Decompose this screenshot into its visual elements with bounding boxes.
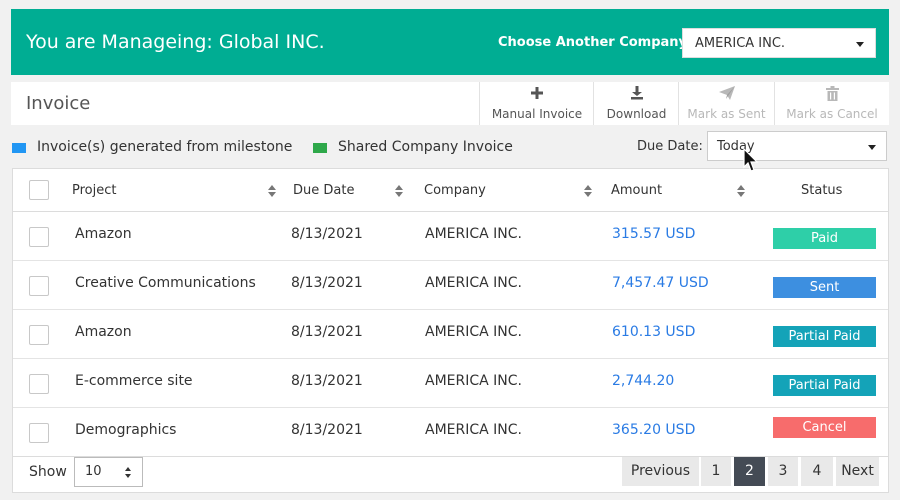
page-button-3[interactable]: 3 (768, 457, 798, 486)
table-row[interactable]: Amazon 8/13/2021 AMERICA INC. 315.57 USD… (13, 212, 888, 261)
spinner-icon (125, 467, 133, 479)
table-footer: Show 10 Previous 1 2 3 4 Next (13, 451, 888, 493)
previous-page-button[interactable]: Previous (622, 457, 699, 486)
table-row[interactable]: Demographics 8/13/2021 AMERICA INC. 365.… (13, 408, 888, 457)
amount-link[interactable]: 315.57 USD (612, 226, 695, 242)
select-all-checkbox[interactable] (29, 180, 49, 200)
page-size-value: 10 (85, 464, 102, 479)
project-cell: Amazon (75, 324, 132, 340)
company-cell: AMERICA INC. (425, 226, 522, 242)
due-date-select[interactable]: Today (707, 131, 887, 161)
show-label: Show (29, 464, 67, 480)
trash-icon (775, 86, 889, 104)
sort-icon[interactable] (584, 185, 592, 197)
next-page-button[interactable]: Next (836, 457, 879, 486)
due-date-cell: 8/13/2021 (291, 275, 363, 291)
amount-link[interactable]: 2,744.20 (612, 373, 674, 389)
row-checkbox[interactable] (29, 325, 49, 345)
manual-invoice-button[interactable]: Manual Invoice (479, 82, 594, 125)
column-header-status: Status (801, 183, 843, 198)
company-select[interactable]: AMERICA INC. (682, 28, 876, 58)
chevron-down-icon (856, 42, 864, 47)
company-select-value: AMERICA INC. (695, 36, 786, 51)
company-cell: AMERICA INC. (425, 373, 522, 389)
legend-label: Shared Company Invoice (338, 139, 513, 155)
legend-swatch-green (313, 143, 327, 153)
due-date-cell: 8/13/2021 (291, 324, 363, 340)
row-checkbox[interactable] (29, 374, 49, 394)
company-cell: AMERICA INC. (425, 275, 522, 291)
table-row[interactable]: Creative Communications 8/13/2021 AMERIC… (13, 261, 888, 310)
app-window: You are Manageing: Global INC. Choose An… (0, 0, 900, 500)
sort-icon[interactable] (395, 185, 403, 197)
status-badge: Cancel (773, 417, 876, 438)
project-cell: Demographics (75, 422, 177, 438)
mark-as-cancel-button[interactable]: Mark as Cancel (774, 82, 889, 125)
sort-icon[interactable] (737, 185, 745, 197)
table-row[interactable]: E-commerce site 8/13/2021 AMERICA INC. 2… (13, 359, 888, 408)
invoice-table: Project Due Date Company Amount Status A… (12, 168, 889, 493)
project-cell: E-commerce site (75, 373, 193, 389)
download-icon (594, 86, 679, 104)
page-size-select[interactable]: 10 (74, 457, 143, 487)
plus-icon (480, 86, 594, 104)
row-checkbox[interactable] (29, 227, 49, 247)
mark-as-sent-button[interactable]: Mark as Sent (678, 82, 774, 125)
row-checkbox[interactable] (29, 423, 49, 443)
paper-plane-icon (679, 86, 774, 104)
company-cell: AMERICA INC. (425, 324, 522, 340)
legend-swatch-blue (12, 143, 26, 153)
due-date-cell: 8/13/2021 (291, 422, 363, 438)
due-date-cell: 8/13/2021 (291, 226, 363, 242)
column-header-project[interactable]: Project (72, 183, 116, 198)
row-checkbox[interactable] (29, 276, 49, 296)
column-header-company[interactable]: Company (424, 183, 486, 198)
status-badge: Partial Paid (773, 326, 876, 347)
status-badge: Sent (773, 277, 876, 298)
managing-title: You are Manageing: Global INC. (26, 31, 325, 53)
download-button[interactable]: Download (593, 82, 679, 125)
amount-link[interactable]: 365.20 USD (612, 422, 695, 438)
chevron-down-icon (868, 145, 876, 150)
page-button-4[interactable]: 4 (801, 457, 833, 486)
amount-link[interactable]: 610.13 USD (612, 324, 695, 340)
table-header: Project Due Date Company Amount Status (13, 169, 888, 212)
due-date-cell: 8/13/2021 (291, 373, 363, 389)
mouse-cursor-icon (743, 148, 759, 172)
due-date-label: Due Date: (637, 139, 703, 154)
page-button-2[interactable]: 2 (734, 457, 765, 486)
manual-invoice-label: Manual Invoice (491, 107, 583, 121)
choose-company-label: Choose Another Company: (498, 35, 693, 50)
legend-label: Invoice(s) generated from milestone (37, 139, 293, 155)
sort-icon[interactable] (268, 185, 276, 197)
project-cell: Amazon (75, 226, 132, 242)
mark-as-sent-label: Mark as Sent (687, 107, 766, 121)
amount-link[interactable]: 7,457.47 USD (612, 275, 709, 291)
mark-as-cancel-label: Mark as Cancel (786, 107, 878, 121)
table-row[interactable]: Amazon 8/13/2021 AMERICA INC. 610.13 USD… (13, 310, 888, 359)
status-badge: Paid (773, 228, 876, 249)
column-header-amount[interactable]: Amount (611, 183, 662, 198)
status-badge: Partial Paid (773, 375, 876, 396)
header-bar: You are Manageing: Global INC. Choose An… (11, 9, 889, 75)
toolbar: Invoice Manual Invoice Download Mark as … (11, 82, 889, 125)
download-label: Download (606, 107, 667, 121)
column-header-due-date[interactable]: Due Date (293, 183, 354, 198)
page-button-1[interactable]: 1 (701, 457, 731, 486)
company-cell: AMERICA INC. (425, 422, 522, 438)
project-cell: Creative Communications (75, 275, 256, 291)
page-title: Invoice (26, 93, 91, 114)
